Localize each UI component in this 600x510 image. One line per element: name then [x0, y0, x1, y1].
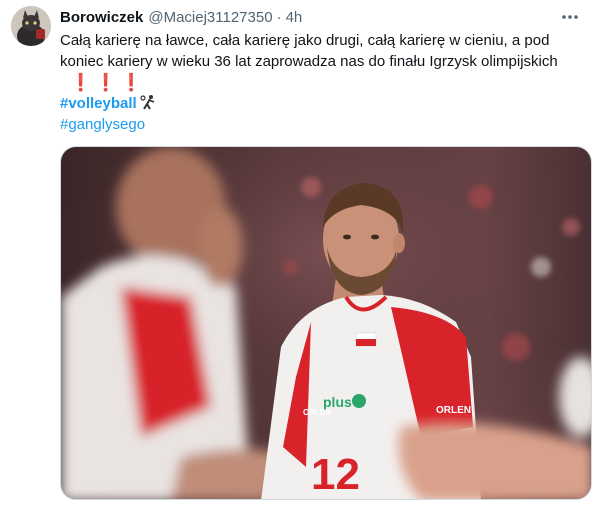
author-handle[interactable]: @Maciej31127350 — [148, 9, 272, 26]
avatar-image — [11, 6, 51, 46]
hashtag-ganglysego[interactable]: #ganglysego — [60, 116, 145, 133]
separator-dot: · — [276, 8, 282, 26]
exclamation-marks: ❗ ❗ ❗ — [60, 72, 580, 93]
volleyball-player-photo: plus ORLEN ORLEN 12 — [61, 147, 591, 499]
tweet-header: Borowiczek @Maciej31127350 · 4h — [60, 6, 580, 28]
exclamation-emoji: ❗ — [120, 73, 142, 92]
tweet-timestamp[interactable]: 4h — [286, 9, 303, 26]
jersey-sponsor-right: ORLEN — [436, 405, 471, 416]
volleyball-player-icon — [140, 94, 157, 111]
jersey-number: 12 — [311, 450, 360, 499]
exclamation-emoji: ❗ — [95, 73, 117, 92]
author-name[interactable]: Borowiczek — [60, 9, 143, 26]
tweet-text-line-1: Całą karierę na ławce, cała karierę jako… — [60, 32, 550, 49]
exclamation-emoji: ❗ — [70, 73, 92, 92]
avatar[interactable] — [11, 6, 51, 46]
hashtag-volleyball[interactable]: #volleyball — [60, 95, 137, 112]
tweet-text-line-2: koniec kariery w wieku 36 lat zaprowadza… — [60, 53, 558, 70]
tweet-text: Całą karierę na ławce, cała karierę jako… — [60, 30, 580, 135]
tweet-photo[interactable]: plus ORLEN ORLEN 12 — [60, 146, 592, 500]
more-options-icon[interactable] — [560, 7, 580, 27]
jersey-sponsor-left: ORLEN — [303, 408, 331, 417]
